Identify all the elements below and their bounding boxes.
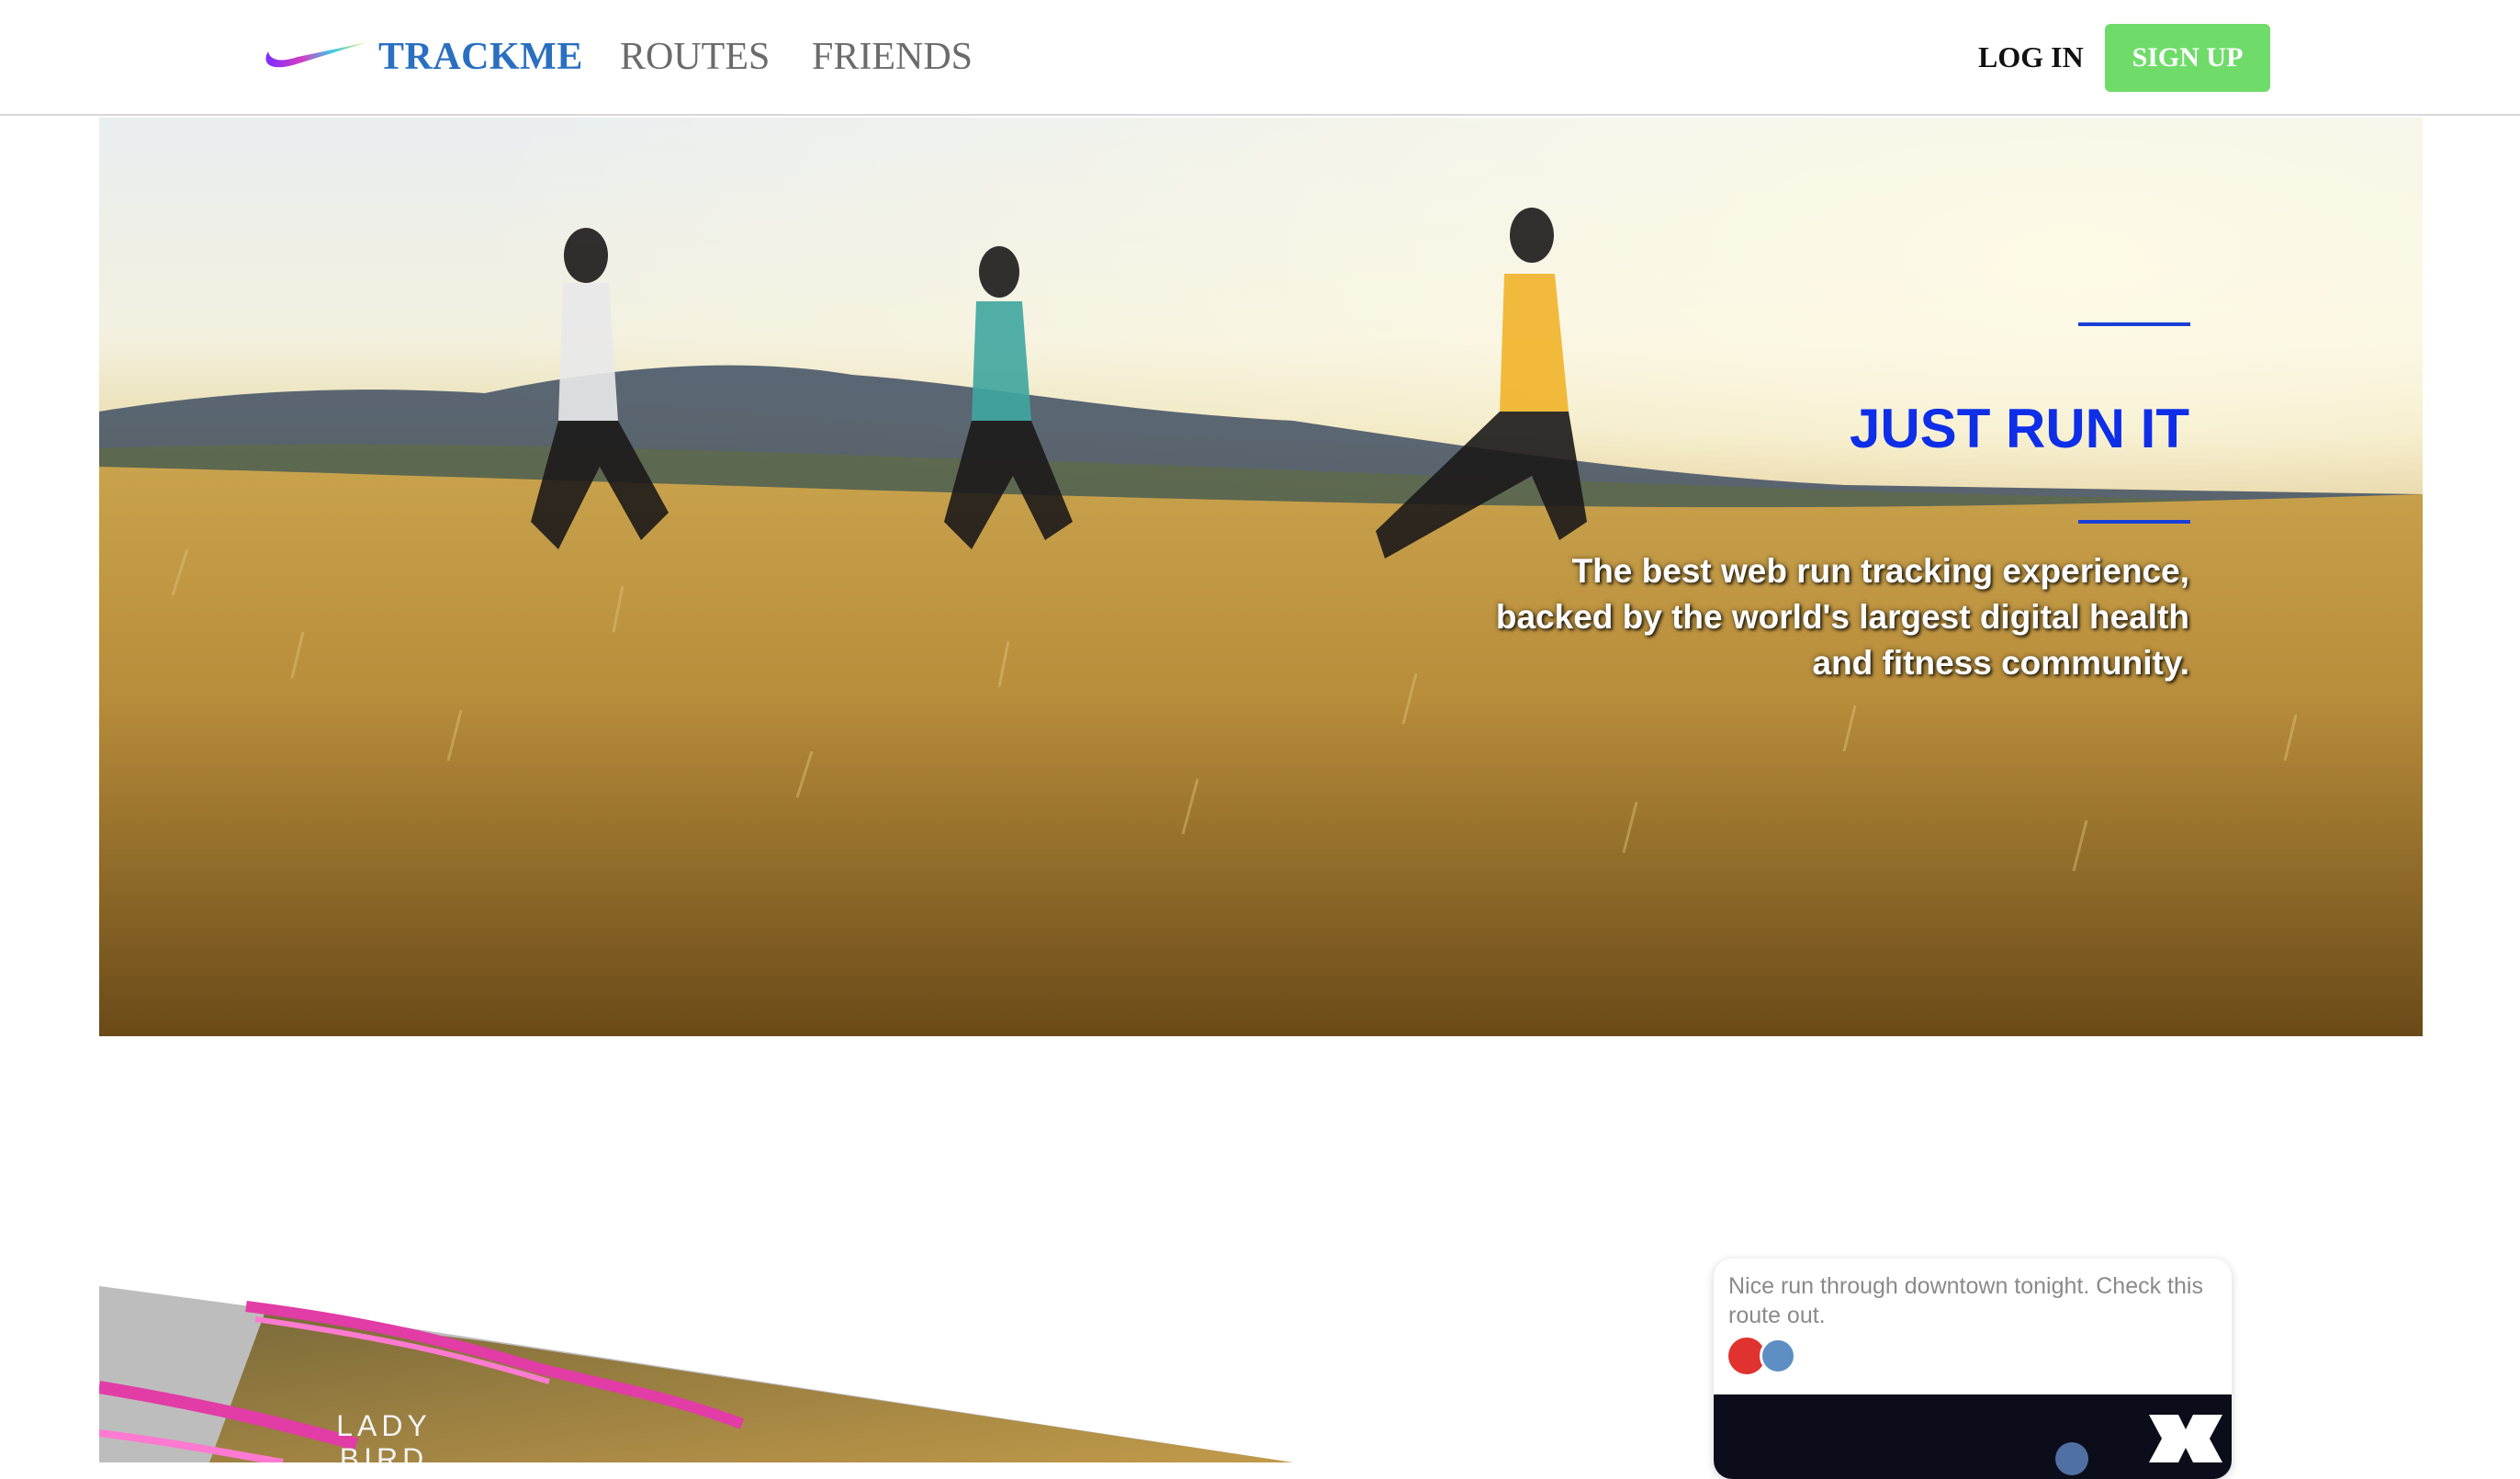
top-navbar: TRACKME ROUTES FRIENDS LOG IN SIGN UP bbox=[0, 0, 2520, 116]
brand-link[interactable]: TRACKME bbox=[378, 31, 583, 83]
map-lake-label: LADY BIRD LAKE bbox=[336, 1409, 432, 1462]
nav-link-friends[interactable]: FRIENDS bbox=[812, 31, 973, 83]
hero-subtitle: The best web run tracking experience, ba… bbox=[1495, 552, 2189, 682]
share-icon[interactable] bbox=[1760, 1338, 1796, 1374]
feed-post-text: Nice run through downtown tonight. Check… bbox=[1728, 1273, 2203, 1328]
hero-accent-line-bottom bbox=[2078, 520, 2190, 524]
map-image bbox=[99, 1286, 1293, 1462]
feed-media-thumbnail[interactable] bbox=[1714, 1394, 2232, 1479]
hero-title: JUST RUN IT bbox=[1849, 398, 2189, 459]
signup-button[interactable]: SIGN UP bbox=[2105, 24, 2270, 92]
hero-accent-line-top bbox=[2078, 322, 2190, 326]
brand-mark-icon bbox=[2055, 1415, 2222, 1475]
hero-banner: JUST RUN IT The best web run tracking ex… bbox=[99, 118, 2423, 1036]
swoosh-logo-icon[interactable] bbox=[259, 39, 369, 75]
activity-feed-card[interactable]: Nice run through downtown tonight. Check… bbox=[1714, 1259, 2232, 1479]
nav-link-routes[interactable]: ROUTES bbox=[620, 31, 770, 83]
login-link[interactable]: LOG IN bbox=[1978, 33, 2084, 81]
route-map-preview[interactable]: LADY BIRD LAKE bbox=[99, 1286, 1293, 1462]
